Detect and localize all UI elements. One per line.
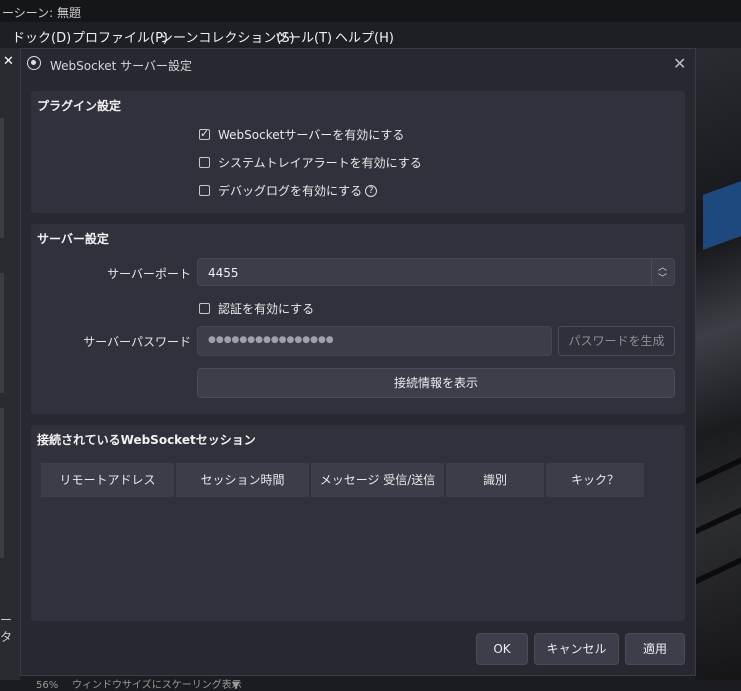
help-icon[interactable]: ? xyxy=(365,184,378,197)
left-dock-strip: ✕ ータ xyxy=(0,48,20,691)
obs-title-bar: ーシーン: 無題 xyxy=(0,0,741,22)
sessions-table-header: リモートアドレス セッション時間 メッセージ 受信/送信 識別 キック？ xyxy=(41,463,646,497)
dock-label-fragment: ータ xyxy=(0,613,13,644)
chevron-down-icon[interactable]: ﹀ xyxy=(658,271,667,284)
show-connect-info-button[interactable]: 接続情報を表示 xyxy=(197,368,675,398)
scale-mode[interactable]: ウィンドウサイズにスケーリング表示 xyxy=(72,680,242,691)
preview-content xyxy=(703,181,741,250)
enable-auth-checkbox[interactable]: 認証を有効にする xyxy=(199,300,314,317)
port-label: サーバーポート xyxy=(107,267,191,281)
preview-content xyxy=(695,457,741,485)
apply-button[interactable]: 適用 xyxy=(625,633,685,665)
generate-password-button[interactable]: パスワードを生成 xyxy=(558,326,675,356)
column-kick[interactable]: キック？ xyxy=(546,463,646,497)
dock-edge xyxy=(0,273,4,393)
server-settings-group: サーバー設定 サーバーポート 4455 ︿ ﹀ 認証を有効にする サーバーパスワ… xyxy=(31,224,685,414)
menu-dock[interactable]: ドック(D) xyxy=(12,27,71,46)
group-heading: 接続されているWebSocketセッション xyxy=(37,433,256,447)
preview-content xyxy=(695,507,741,535)
column-messages[interactable]: メッセージ 受信/送信 xyxy=(311,463,446,497)
obs-logo-icon xyxy=(27,56,41,70)
tray-alerts-checkbox[interactable]: システムトレイアラートを有効にする xyxy=(199,154,422,171)
port-value: 4455 xyxy=(208,266,239,280)
dialog-title-bar: WebSocket サーバー設定 ✕ xyxy=(21,49,695,79)
port-input[interactable]: 4455 ︿ ﹀ xyxy=(197,258,675,286)
chevron-down-icon[interactable]: ▼ xyxy=(232,680,240,691)
checkbox-label: 認証を有効にする xyxy=(218,302,315,316)
group-heading: プラグイン設定 xyxy=(37,99,122,113)
preview-area xyxy=(695,48,741,680)
port-spinner[interactable]: ︿ ﹀ xyxy=(651,259,674,285)
sessions-group: 接続されているWebSocketセッション リモートアドレス セッション時間 メ… xyxy=(31,425,685,621)
checkbox-label: デバッグログを有効にする xyxy=(218,184,363,198)
status-bar: 56% ウィンドウサイズにスケーリング表示 ▼ xyxy=(0,680,741,691)
dock-edge xyxy=(0,408,4,558)
column-session-duration[interactable]: セッション時間 xyxy=(176,463,311,497)
menu-profile[interactable]: プロファイル(P) xyxy=(72,27,168,46)
dock-edge xyxy=(0,118,4,238)
checkbox-checked-icon[interactable] xyxy=(199,127,210,140)
window-title: ーシーン: 無題 xyxy=(2,6,82,20)
ok-button[interactable]: OK xyxy=(476,633,528,665)
menu-tools[interactable]: ツール(T) xyxy=(275,27,332,46)
checkbox-icon[interactable] xyxy=(199,157,210,168)
menu-help[interactable]: ヘルプ(H) xyxy=(335,27,394,46)
column-remote-address[interactable]: リモートアドレス xyxy=(41,463,176,497)
checkbox-icon[interactable] xyxy=(199,303,210,314)
close-icon[interactable]: ✕ xyxy=(3,54,14,69)
column-identified[interactable]: 識別 xyxy=(446,463,546,497)
dialog-title: WebSocket サーバー設定 xyxy=(50,59,193,73)
debug-log-checkbox[interactable]: デバッグログを有効にする ? xyxy=(199,182,378,199)
plugin-settings-group: プラグイン設定 WebSocketサーバーを有効にする システムトレイアラートを… xyxy=(31,91,685,213)
checkbox-label: WebSocketサーバーを有効にする xyxy=(218,128,405,142)
preview-content xyxy=(695,557,741,585)
checkbox-icon[interactable] xyxy=(199,185,210,196)
cancel-button[interactable]: キャンセル xyxy=(534,633,619,665)
password-input[interactable]: ●●●●●●●●●●●●●●●● xyxy=(197,326,552,356)
enable-server-checkbox[interactable]: WebSocketサーバーを有効にする xyxy=(199,126,404,143)
websocket-settings-dialog: WebSocket サーバー設定 ✕ プラグイン設定 WebSocketサーバー… xyxy=(20,48,696,676)
zoom-level: 56% xyxy=(36,680,59,691)
checkbox-label: システムトレイアラートを有効にする xyxy=(218,156,422,170)
password-value: ●●●●●●●●●●●●●●●● xyxy=(208,335,334,345)
password-label: サーバーパスワード xyxy=(83,335,191,349)
menu-bar: ドック(D) プロファイル(P) シーンコレクション(S) ツール(T) ヘルプ… xyxy=(0,22,741,48)
close-icon[interactable]: ✕ xyxy=(673,54,686,73)
group-heading: サーバー設定 xyxy=(37,232,109,246)
